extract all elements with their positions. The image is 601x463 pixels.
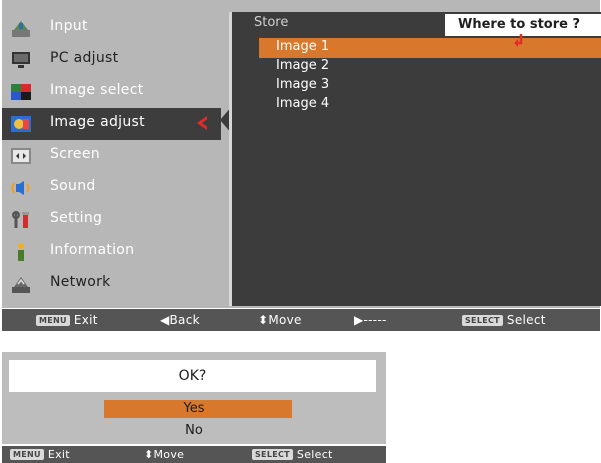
menu-item-image-adjust[interactable]: Image adjust (2, 108, 221, 140)
menu-item-label: Information (50, 242, 135, 258)
menu-item-label: Input (50, 18, 88, 34)
pc-adjust-icon (10, 50, 32, 70)
projector-menu: Input PC adjust Image select Image adjus… (2, 0, 601, 308)
select-key-badge: SELECT (462, 315, 503, 326)
help-exit: MENU Exit (36, 313, 98, 327)
menu-item-information[interactable]: Information (2, 236, 221, 268)
menu-key-badge: MENU (36, 315, 70, 326)
select-key-badge: SELECT (252, 449, 293, 460)
menu-key-badge: MENU (10, 449, 44, 460)
help-next: ▶----- (354, 313, 387, 327)
help-select: SELECT Select (462, 313, 546, 327)
input-icon (10, 18, 32, 38)
menu-item-setting[interactable]: Setting (2, 204, 221, 236)
menu-item-label: Screen (50, 146, 100, 162)
store-title: Store (254, 15, 289, 30)
menu-item-sound[interactable]: Sound (2, 172, 221, 204)
menu-item-label: Sound (50, 178, 96, 194)
menu-item-screen[interactable]: Screen (2, 140, 221, 172)
help-exit-label: Exit (73, 313, 98, 327)
store-pane: Store Where to store ? Image 1 Image 2 I… (229, 12, 601, 306)
yes-option[interactable]: Yes (2, 401, 386, 416)
menu-item-label: PC adjust (50, 50, 119, 66)
menu-list: Input PC adjust Image select Image adjus… (2, 12, 221, 306)
sound-icon (10, 178, 32, 198)
no-option[interactable]: No (2, 423, 386, 438)
image-option-3[interactable]: Image 3 (276, 77, 329, 92)
network-icon (10, 274, 32, 294)
dialog-help-exit: MENU Exit (10, 448, 70, 461)
information-icon (10, 242, 32, 262)
image-option-2[interactable]: Image 2 (276, 58, 329, 73)
dialog-help-select: SELECT Select (252, 448, 333, 461)
confirm-dialog: OK? Yes No (2, 352, 386, 444)
where-to-store-label: Where to store ? (458, 17, 581, 32)
image-option-4[interactable]: Image 4 (276, 96, 329, 111)
menu-item-label: Image select (50, 82, 144, 98)
help-bar: MENU Exit ◀Back ⬍Move ▶----- SELECT Select (2, 309, 600, 331)
menu-item-input[interactable]: Input (2, 12, 221, 44)
dialog-help-bar: MENU Exit ⬍Move SELECT Select (2, 446, 386, 463)
image-select-icon (10, 82, 32, 102)
image-option-1[interactable]: Image 1 (276, 39, 329, 54)
help-move: ⬍Move (258, 313, 302, 327)
dialog-help-exit-label: Exit (47, 448, 70, 461)
return-arrow-icon (514, 34, 523, 47)
menu-item-network[interactable]: Network (2, 268, 221, 300)
image-adjust-icon (10, 114, 32, 134)
menu-item-label: Image adjust (50, 114, 145, 130)
dialog-help-select-label: Select (296, 448, 333, 461)
prompt-text: OK? (178, 368, 207, 384)
menu-item-label: Setting (50, 210, 103, 226)
menu-item-label: Network (50, 274, 111, 290)
help-back: ◀Back (160, 313, 200, 327)
menu-item-pc-adjust[interactable]: PC adjust (2, 44, 221, 76)
dialog-help-move: ⬍Move (144, 448, 185, 461)
menu-item-image-select[interactable]: Image select (2, 76, 221, 108)
setting-icon (10, 210, 32, 230)
where-to-store-box: Where to store ? (445, 14, 601, 36)
screen-icon (10, 146, 32, 166)
selected-arrow-inner (202, 118, 209, 128)
prompt-box: OK? (9, 360, 376, 392)
help-select-label: Select (506, 313, 546, 327)
